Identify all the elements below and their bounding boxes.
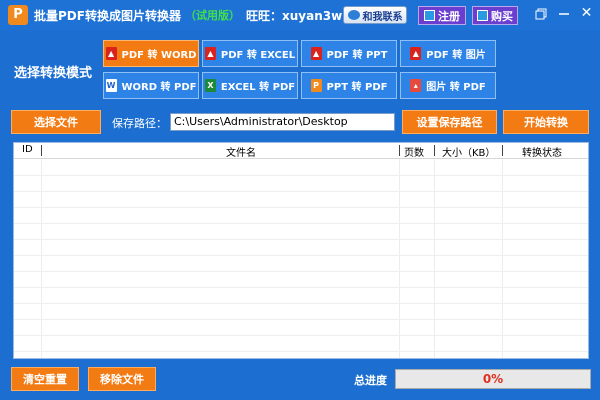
title-bar: P 批量PDF转换成图片转换器 （试用版） 旺旺：xuyan3w 和我联系 注册…: [0, 0, 600, 30]
clear-reset-button[interactable]: 清空重置: [11, 367, 79, 391]
grid-column-line: [502, 159, 503, 358]
word-icon: W: [105, 79, 117, 92]
grid-row-line: [14, 191, 588, 192]
ppt-icon: P: [310, 79, 322, 92]
minimize-icon[interactable]: [558, 8, 570, 20]
cart-icon: [477, 10, 488, 21]
register-button[interactable]: 注册: [418, 6, 466, 25]
grid-row-line: [14, 287, 588, 288]
mode-word-to-pdf-button[interactable]: W WORD 转 PDF: [103, 72, 199, 99]
pdf-icon: ▲: [410, 47, 422, 60]
grid-row-line: [14, 207, 588, 208]
mode-button-label: 图片 转 PDF: [426, 82, 486, 93]
pdf-icon: ▲: [310, 47, 322, 60]
app-logo-icon: P: [8, 5, 28, 25]
mode-button-label: EXCEL 转 PDF: [220, 82, 296, 93]
save-path-label: 保存路径：: [112, 117, 167, 130]
pdf-icon: ▲: [204, 47, 216, 60]
column-divider: [399, 145, 400, 156]
grid-column-line: [399, 159, 400, 358]
file-table[interactable]: ID 文件名 页数 大小（KB） 转换状态: [13, 142, 589, 359]
column-divider: [502, 145, 503, 156]
mode-button-label: PDF 转 PPT: [326, 50, 388, 61]
mode-ppt-to-pdf-button[interactable]: P PPT 转 PDF: [301, 72, 397, 99]
image-icon: ▴: [410, 79, 422, 92]
grid-row-line: [14, 239, 588, 240]
wangwang-contact: 旺旺：xuyan3w: [246, 9, 343, 23]
table-header: ID 文件名 页数 大小（KB） 转换状态: [14, 143, 588, 159]
close-icon[interactable]: ✕: [580, 6, 593, 20]
column-header-status: 转换状态: [522, 148, 562, 159]
column-header-filename: 文件名: [226, 148, 256, 159]
grid-row-line: [14, 351, 588, 352]
contact-button[interactable]: 和我联系: [343, 6, 407, 24]
register-icon: [424, 10, 435, 21]
column-header-pages: 页数: [404, 148, 424, 159]
restore-icon[interactable]: [535, 8, 547, 20]
grid-row-line: [14, 335, 588, 336]
grid-column-line: [41, 159, 42, 358]
app-title: 批量PDF转换成图片转换器: [34, 9, 181, 23]
mode-button-label: PDF 转 图片: [426, 50, 486, 61]
grid-row-line: [14, 319, 588, 320]
mode-button-label: PDF 转 EXCEL: [220, 50, 296, 61]
trial-badge: （试用版）: [185, 9, 240, 22]
progress-label: 总进度: [354, 374, 387, 387]
register-button-label: 注册: [438, 9, 460, 23]
column-divider: [434, 145, 435, 156]
mode-button-label: PPT 转 PDF: [326, 82, 388, 93]
mode-label: 选择转换模式: [14, 66, 93, 81]
grid-row-line: [14, 271, 588, 272]
buy-button-label: 购买: [491, 9, 513, 23]
grid-column-line: [434, 159, 435, 358]
mode-pdf-to-ppt-button[interactable]: ▲ PDF 转 PPT: [301, 40, 397, 67]
set-save-path-button[interactable]: 设置保存路径: [402, 110, 497, 134]
column-header-id: ID: [22, 144, 33, 155]
mode-pdf-to-image-button[interactable]: ▲ PDF 转 图片: [400, 40, 496, 67]
contact-button-label: 和我联系: [362, 11, 403, 23]
select-file-button[interactable]: 选择文件: [11, 110, 101, 134]
column-divider: [41, 145, 42, 156]
column-header-size: 大小（KB）: [442, 148, 496, 159]
grid-row-line: [14, 255, 588, 256]
mode-button-label: WORD 转 PDF: [121, 82, 197, 93]
save-path-input[interactable]: C:\Users\Administrator\Desktop: [170, 113, 395, 131]
progress-text: 0%: [482, 372, 504, 386]
mode-pdf-to-excel-button[interactable]: ▲ PDF 转 EXCEL: [202, 40, 298, 67]
remove-file-button[interactable]: 移除文件: [88, 367, 156, 391]
grid-row-line: [14, 303, 588, 304]
chat-icon: [347, 10, 360, 20]
buy-button[interactable]: 购买: [472, 6, 518, 25]
mode-excel-to-pdf-button[interactable]: X EXCEL 转 PDF: [202, 72, 298, 99]
grid-row-line: [14, 223, 588, 224]
grid-row-line: [14, 175, 588, 176]
mode-pdf-to-word-button[interactable]: ▲ PDF 转 WORD: [103, 40, 199, 67]
progress-bar: 0%: [395, 369, 591, 389]
pdf-icon: ▲: [105, 47, 117, 60]
excel-icon: X: [204, 79, 216, 92]
start-convert-button[interactable]: 开始转换: [503, 110, 589, 134]
mode-image-to-pdf-button[interactable]: ▴ 图片 转 PDF: [400, 72, 496, 99]
mode-button-label: PDF 转 WORD: [121, 50, 197, 61]
